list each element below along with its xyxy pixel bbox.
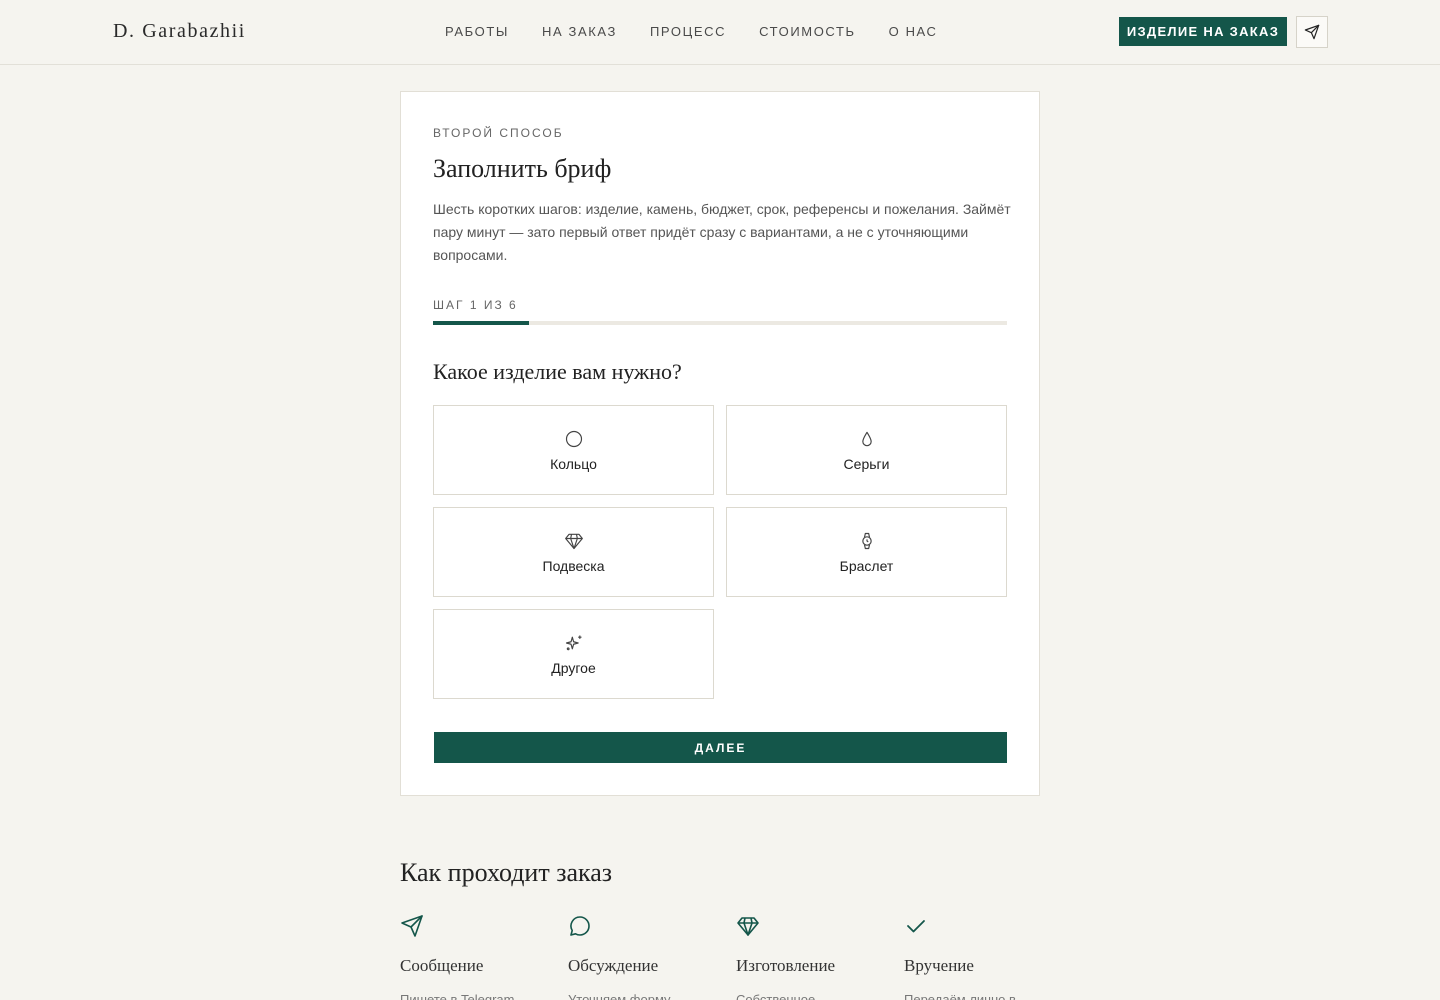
option-other[interactable]: Другое: [433, 609, 714, 699]
check-icon: [907, 920, 925, 933]
option-label: Браслет: [839, 557, 894, 574]
brief-kicker: ВТОРОЙ СПОСОБ: [433, 126, 564, 140]
drop-icon: [861, 431, 872, 446]
brief-description: Шесть коротких шагов: изделие, камень, б…: [433, 201, 1011, 263]
process-step-desc: Уточняем форму: [568, 992, 671, 1000]
process-step-desc: Собственное: [736, 992, 816, 1000]
nav-works[interactable]: РАБОТЫ: [445, 24, 509, 39]
order-button[interactable]: ИЗДЕЛИЕ НА ЗАКАЗ: [1119, 17, 1287, 46]
send-icon: [401, 915, 423, 937]
option-ring[interactable]: Кольцо: [433, 405, 714, 495]
option-label: Подвеска: [542, 557, 605, 574]
option-earrings[interactable]: Серьги: [726, 405, 1007, 495]
chat-bubble-icon: [570, 916, 590, 936]
brief-title: Заполнить бриф: [433, 154, 612, 183]
ghost-heading-behind-header: [400, 0, 409, 28]
diamond-icon: [737, 917, 759, 936]
process-step-making: Изготовление Собственное: [736, 914, 886, 1000]
option-bracelet[interactable]: Браслет: [726, 507, 1007, 597]
process-step-delivery: Вручение Передаём лично в: [904, 914, 1054, 1000]
process-step-name: Сообщение: [400, 956, 484, 975]
process-step-name: Обсуждение: [568, 956, 659, 975]
option-pendant[interactable]: Подвеска: [433, 507, 714, 597]
next-button[interactable]: ДАЛЕЕ: [434, 732, 1007, 763]
step-label: ШАГ 1 ИЗ 6: [433, 298, 518, 312]
logo[interactable]: D. Garabazhii: [113, 20, 246, 43]
watch-icon: [861, 532, 872, 549]
process-step-name: Вручение: [904, 956, 974, 975]
option-label: Кольцо: [550, 455, 597, 472]
sparkles-icon: [565, 635, 581, 650]
process-step-desc: Пишете в Telegram: [400, 992, 515, 1000]
process-step-discussion: Обсуждение Уточняем форму: [568, 914, 718, 1000]
progress-fill: [433, 321, 529, 325]
ring-icon: [565, 430, 582, 447]
main-nav: РАБОТЫ НА ЗАКАЗ ПРОЦЕСС СТОИМОСТЬ О НАС: [445, 24, 971, 39]
nav-custom-order[interactable]: НА ЗАКАЗ: [542, 24, 617, 39]
paper-plane-icon: [1304, 24, 1320, 40]
nav-about[interactable]: О НАС: [889, 24, 938, 39]
nav-pricing[interactable]: СТОИМОСТЬ: [759, 24, 856, 39]
telegram-button[interactable]: [1296, 16, 1328, 48]
nav-process[interactable]: ПРОЦЕСС: [650, 24, 726, 39]
process-title: Как проходит заказ: [400, 858, 613, 887]
progress-bar: [433, 321, 1007, 325]
site-header: D. Garabazhii РАБОТЫ НА ЗАКАЗ ПРОЦЕСС СТ…: [0, 0, 1440, 65]
process-step-message: Сообщение Пишете в Telegram: [400, 914, 550, 1000]
process-step-desc: Передаём лично в: [904, 992, 1016, 1000]
option-label: Серьги: [843, 455, 890, 472]
question-heading: Какое изделие вам нужно?: [433, 359, 682, 384]
brief-card: ВТОРОЙ СПОСОБ Заполнить бриф Шесть корот…: [400, 91, 1040, 796]
process-step-name: Изготовление: [736, 956, 836, 975]
option-label: Другое: [551, 659, 596, 676]
gem-icon: [564, 533, 583, 549]
